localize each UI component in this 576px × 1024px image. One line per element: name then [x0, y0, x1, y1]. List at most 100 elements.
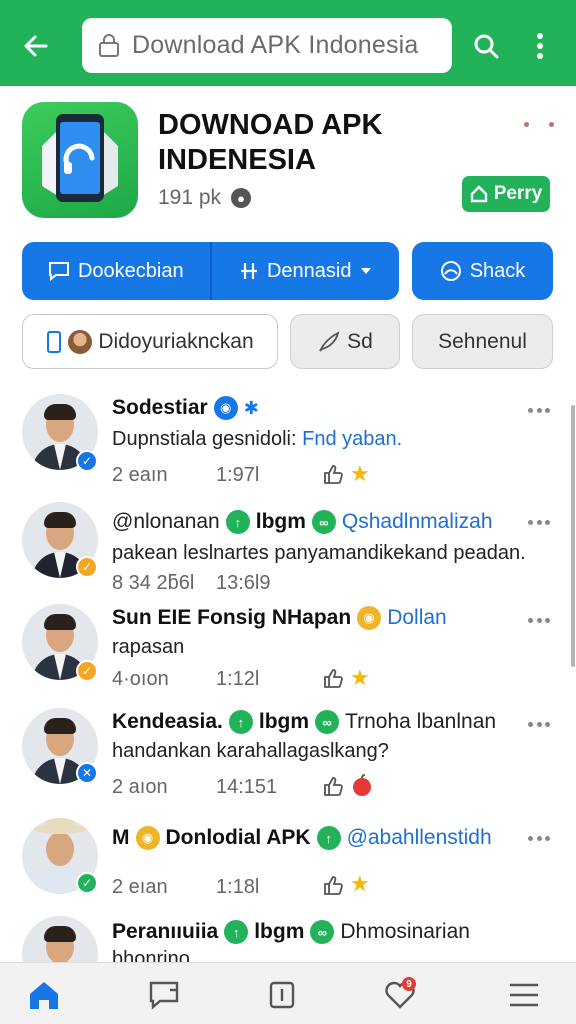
home-icon	[30, 982, 58, 1009]
star-icon: ★	[350, 665, 370, 690]
author-name[interactable]: Peranııuiia	[112, 920, 218, 944]
app-size: 191 pk ●	[158, 186, 252, 210]
badge-icon: ◉	[213, 396, 238, 420]
verified-icon: ✓	[76, 660, 98, 682]
grid-hash-icon	[240, 263, 257, 279]
post-date: 2 aıon	[112, 776, 168, 798]
verified-icon: ✓	[76, 556, 98, 578]
vertical-dots-icon	[537, 33, 543, 59]
post-time: 1:97l	[216, 464, 260, 486]
post-time: 1:18l	[216, 876, 260, 898]
post-date: 2 eıan	[112, 876, 168, 898]
url-text: Download APK Indonesia	[132, 31, 419, 59]
share-button[interactable]: Shack	[412, 242, 553, 300]
star-icon: ★	[350, 871, 370, 896]
feed-item-header: Peranııuiia ↑ lbgm ∞ Dhmosinarian	[112, 920, 470, 944]
item-more-button[interactable]	[528, 408, 550, 414]
tag-label: lbgm	[254, 920, 305, 943]
author-name[interactable]: Sodestiar	[112, 396, 208, 420]
badge-icon: ∞	[311, 510, 336, 534]
post-body: handankan karahallagaslkang?	[112, 740, 389, 762]
chat-bubble-icon	[48, 262, 69, 281]
item-more-button[interactable]	[528, 618, 550, 624]
mention-link[interactable]: Dollan	[387, 606, 447, 630]
description-label: Dookecbian	[77, 259, 184, 282]
nav-menu[interactable]	[504, 975, 544, 1015]
mini-avatar	[68, 329, 93, 354]
nav-messages[interactable]	[144, 975, 184, 1015]
feed-item-header: Sodestiar ◉ ✱	[112, 396, 259, 420]
like-icon[interactable]	[322, 775, 344, 797]
phone-outline-icon	[47, 330, 62, 353]
description-button[interactable]: Dookecbian	[22, 242, 210, 300]
item-more-button[interactable]	[528, 722, 550, 728]
globe-icon	[440, 261, 461, 281]
page-info-icon[interactable]	[96, 33, 122, 59]
author-name[interactable]: @nlonanan	[112, 510, 220, 534]
mention-link[interactable]: @abahllenstidh	[347, 826, 492, 850]
star-icon: ★	[350, 461, 370, 486]
badge-icon: ↑	[224, 920, 249, 944]
secondary-button-3[interactable]: Sehnenul	[412, 314, 553, 369]
badge-icon: ↑	[225, 510, 250, 534]
secondary-button-1[interactable]: Didoyuriaknckan	[22, 314, 278, 369]
nav-favorites[interactable]: 9	[380, 975, 420, 1015]
feed-item-header: Sun EIE Fonsig NHapan ◉ Dollan	[112, 606, 447, 630]
verified-icon: ✓	[76, 872, 98, 894]
verified-icon: ✓	[76, 450, 98, 472]
author-name[interactable]: Kendeasia.	[112, 710, 223, 734]
back-button[interactable]	[14, 24, 58, 68]
item-more-button[interactable]	[528, 520, 550, 526]
secondary-label-2: Sd	[347, 329, 373, 353]
overflow-menu-button[interactable]	[520, 24, 560, 68]
badge-icon: ◉	[135, 826, 160, 850]
item-more-button[interactable]	[528, 836, 550, 842]
nav-tabs[interactable]	[262, 975, 302, 1015]
app-size-text: 191 pk	[158, 186, 222, 209]
badge-icon: ↑	[316, 826, 341, 850]
browser-toolbar: Download APK Indonesia	[0, 0, 576, 86]
like-icon[interactable]	[322, 874, 344, 896]
download-dropdown-button[interactable]: Dennasid	[212, 242, 400, 300]
badge-icon: ∞	[310, 920, 335, 944]
post-time: 13:6l9	[216, 572, 271, 594]
post-date: 8 34 2ƃ6l	[112, 572, 195, 594]
like-icon[interactable]	[322, 463, 344, 485]
back-arrow-icon	[24, 35, 48, 57]
post-body: Dupnstiala gesnidoli: Fnd yaban.	[112, 428, 402, 451]
author-name[interactable]: Sun EIE Fonsig NHapan	[112, 606, 351, 630]
post-time: 14:151	[216, 776, 278, 798]
hamburger-icon	[510, 983, 538, 1007]
scrollbar[interactable]	[571, 405, 575, 667]
post-body: pakean leslnartes panyamandikekand peada…	[112, 542, 526, 564]
primary-split-button: Dookecbian Dennasid	[22, 242, 399, 300]
bottom-navigation: 9	[0, 962, 576, 1024]
like-icon[interactable]	[322, 667, 344, 689]
chat-icon	[149, 981, 179, 1010]
address-bar[interactable]: Download APK Indonesia	[82, 18, 452, 73]
tag-text: Trnoha lbanlnan	[345, 710, 497, 733]
mention-link[interactable]: Qshadlnmalizah	[342, 510, 493, 534]
download-label: Dennasid	[266, 259, 352, 282]
app-icon	[22, 102, 138, 218]
perry-badge-button[interactable]: Perry	[462, 176, 550, 212]
notification-badge: 9	[402, 977, 416, 991]
info-icon[interactable]: ●	[231, 188, 252, 208]
tag-text: Dhmosinarian	[340, 920, 470, 943]
share-label: Shack	[469, 259, 526, 282]
header-more-button[interactable]	[524, 114, 554, 134]
badge-icon: ◉	[357, 606, 382, 630]
home-outline-icon	[470, 185, 487, 203]
post-text: Dupnstiala gesnidoli:	[112, 428, 297, 450]
nav-home[interactable]	[24, 975, 64, 1015]
author-name[interactable]: M	[112, 826, 130, 850]
tag-label: lbgm	[255, 510, 306, 533]
secondary-button-2[interactable]: Sd	[290, 314, 400, 369]
post-link[interactable]: Fnd yaban.	[302, 428, 402, 450]
caret-down-icon	[360, 268, 371, 274]
tag-label: lbgm	[258, 710, 310, 733]
sparkle-icon: ✱	[243, 397, 259, 418]
search-button[interactable]	[464, 24, 508, 68]
app-title: DOWNOAD APK INDENESIA	[158, 109, 383, 176]
tag-label: Donlodial APK	[165, 826, 311, 849]
